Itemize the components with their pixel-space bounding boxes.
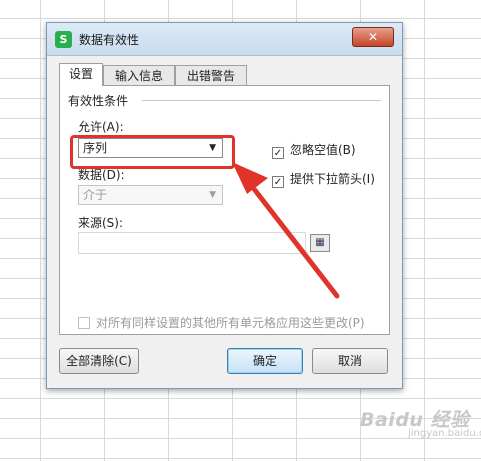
tab-settings[interactable]: 设置 — [59, 63, 103, 86]
annotation-arrow-shaft — [241, 173, 340, 299]
annotation-arrow-head — [232, 162, 268, 194]
watermark-url: jingyan.baidu.com — [408, 428, 481, 439]
